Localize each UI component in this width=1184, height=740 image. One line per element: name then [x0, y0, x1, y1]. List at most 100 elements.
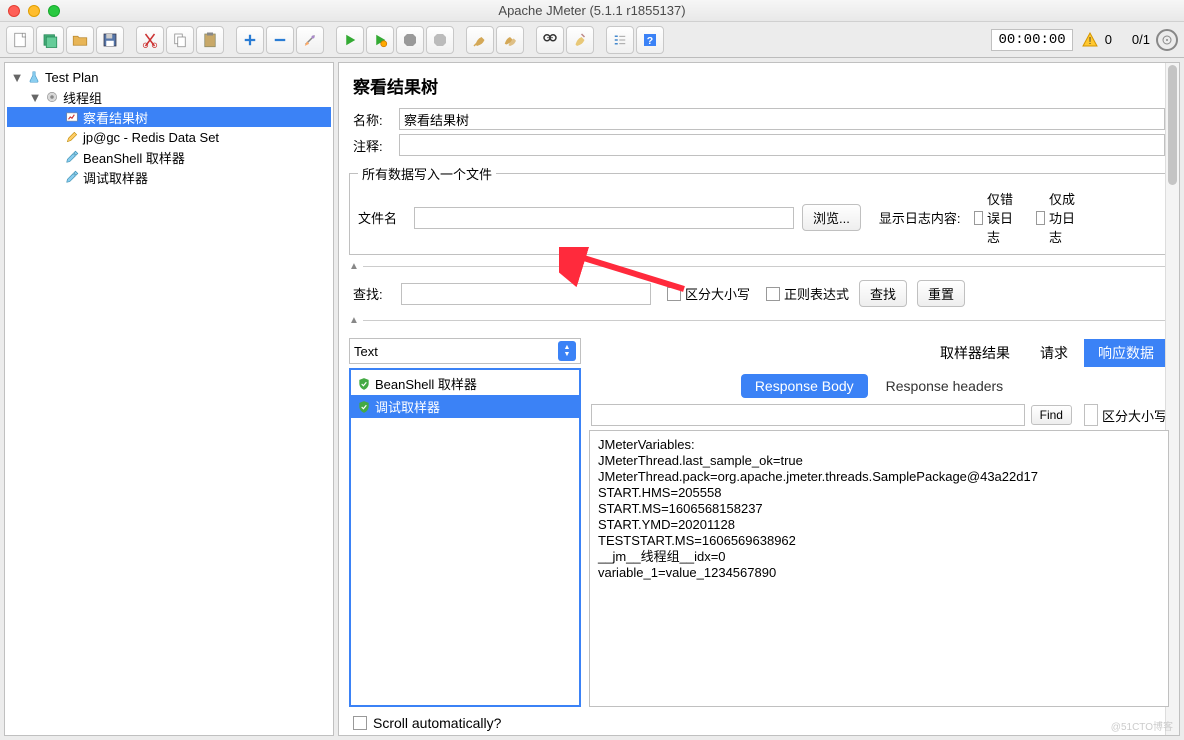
combo-text: Text	[354, 344, 378, 359]
maximize-window-button[interactable]	[48, 5, 60, 17]
success-icon	[357, 377, 371, 391]
sample-label: 调试取样器	[375, 397, 440, 416]
only-error-checkbox[interactable]: 仅错误日志	[974, 189, 1022, 246]
response-subtabs: Response Body Response headers	[589, 374, 1169, 398]
combo-arrows-icon: ▲▼	[558, 341, 576, 361]
window-title: Apache JMeter (5.1.1 r1855137)	[0, 3, 1184, 18]
config-panel: 察看结果树 名称: 注释: 所有数据写入一个文件 文件名 浏览... 显示日志内…	[338, 62, 1180, 736]
reset-search-button[interactable]	[566, 26, 594, 54]
subtab-body[interactable]: Response Body	[741, 374, 868, 398]
stop-button[interactable]	[396, 26, 424, 54]
comment-input[interactable]	[399, 134, 1165, 156]
tree-redis[interactable]: jp@gc - Redis Data Set	[7, 127, 331, 147]
tree-debug[interactable]: 调试取样器	[7, 167, 331, 187]
tree-label: Test Plan	[45, 70, 98, 85]
name-label: 名称:	[353, 110, 391, 129]
tab-response[interactable]: 响应数据	[1083, 338, 1169, 368]
filename-label: 文件名	[358, 208, 406, 227]
writefile-legend: 所有数据写入一个文件	[358, 164, 496, 183]
showlog-label: 显示日志内容:	[879, 208, 961, 227]
separator: ▲	[339, 257, 1179, 276]
case-checkbox[interactable]: 区分大小写	[667, 284, 750, 303]
regex-checkbox[interactable]: 正则表达式	[766, 284, 849, 303]
scroll-auto-label: Scroll automatically?	[373, 715, 501, 731]
open-button[interactable]	[66, 26, 94, 54]
elapsed-timer: 00:00:00	[991, 29, 1072, 51]
response-body[interactable]: JMeterVariables: JMeterThread.last_sampl…	[589, 430, 1169, 707]
tree-label: 察看结果树	[83, 108, 148, 127]
minimize-window-button[interactable]	[28, 5, 40, 17]
clear-button[interactable]	[466, 26, 494, 54]
svg-text:?: ?	[647, 34, 653, 46]
reset-button[interactable]: 重置	[917, 280, 965, 307]
start-no-timers-button[interactable]	[366, 26, 394, 54]
toggle-button[interactable]	[296, 26, 324, 54]
tree-label: 线程组	[63, 88, 102, 107]
tree-viewresults[interactable]: 察看结果树	[7, 107, 331, 127]
new-button[interactable]	[6, 26, 34, 54]
search-label: 查找:	[353, 284, 391, 303]
tree-label: 调试取样器	[83, 168, 148, 187]
shutdown-button[interactable]	[426, 26, 454, 54]
start-button[interactable]	[336, 26, 364, 54]
paste-button[interactable]	[196, 26, 224, 54]
tree-panel[interactable]: ▼ Test Plan ▼ 线程组 察看结果树 jp@gc - Redis Da…	[4, 62, 334, 736]
tree-label: BeanShell 取样器	[83, 148, 185, 167]
expand-icon[interactable]: ▼	[11, 71, 23, 83]
save-button[interactable]	[96, 26, 124, 54]
clear-all-button[interactable]	[496, 26, 524, 54]
separator: ▲	[339, 311, 1179, 330]
find-input[interactable]	[591, 404, 1025, 426]
gear-icon	[43, 89, 61, 105]
window-controls	[8, 5, 60, 17]
status-counters: ! 0 0/1	[1081, 29, 1178, 51]
find-case-checkbox[interactable]: 区分大小写	[1084, 404, 1167, 426]
success-icon	[357, 400, 371, 414]
cut-button[interactable]	[136, 26, 164, 54]
results-icon	[63, 109, 81, 125]
tab-request[interactable]: 请求	[1025, 338, 1083, 368]
result-tabs: 取样器结果 请求 响应数据	[589, 338, 1169, 368]
main-split: ▼ Test Plan ▼ 线程组 察看结果树 jp@gc - Redis Da…	[0, 58, 1184, 740]
tree-testplan[interactable]: ▼ Test Plan	[7, 67, 331, 87]
pencil-icon	[63, 129, 81, 145]
threads-icon	[1156, 29, 1178, 51]
filename-input[interactable]	[414, 207, 794, 229]
search-button[interactable]	[536, 26, 564, 54]
expand-button[interactable]	[236, 26, 264, 54]
subtab-headers[interactable]: Response headers	[872, 374, 1018, 398]
collapse-button[interactable]	[266, 26, 294, 54]
browse-button[interactable]: 浏览...	[802, 204, 861, 231]
search-input[interactable]	[401, 283, 651, 305]
tree-threadgroup[interactable]: ▼ 线程组	[7, 87, 331, 107]
only-success-checkbox[interactable]: 仅成功日志	[1036, 189, 1084, 246]
templates-button[interactable]	[36, 26, 64, 54]
sample-item[interactable]: 调试取样器	[351, 395, 579, 418]
help-button[interactable]: ?	[636, 26, 664, 54]
sample-list[interactable]: BeanShell 取样器 调试取样器	[349, 368, 581, 707]
copy-button[interactable]	[166, 26, 194, 54]
titlebar: Apache JMeter (5.1.1 r1855137)	[0, 0, 1184, 22]
dropper-icon	[63, 149, 81, 165]
search-button[interactable]: 查找	[859, 280, 907, 307]
chk-label: 仅成功日志	[1049, 189, 1084, 246]
renderer-combo[interactable]: Text ▲▼	[349, 338, 581, 364]
chk-label: 仅错误日志	[987, 189, 1022, 246]
toolbar: ? 00:00:00 ! 0 0/1	[0, 22, 1184, 58]
chk-label: 区分大小写	[1102, 406, 1167, 425]
tree-beanshell[interactable]: BeanShell 取样器	[7, 147, 331, 167]
close-window-button[interactable]	[8, 5, 20, 17]
sample-item[interactable]: BeanShell 取样器	[351, 372, 579, 395]
results-area: Text ▲▼ BeanShell 取样器 调试取样器 取样器结果	[339, 330, 1179, 711]
tree-label: jp@gc - Redis Data Set	[83, 130, 219, 145]
scroll-auto-checkbox[interactable]	[353, 716, 367, 730]
expand-icon[interactable]: ▼	[29, 91, 41, 103]
find-button[interactable]: Find	[1031, 405, 1072, 425]
watermark: @51CTO博客	[1111, 718, 1173, 733]
name-input[interactable]	[399, 108, 1165, 130]
function-helper-button[interactable]	[606, 26, 634, 54]
svg-text:!: !	[1088, 36, 1091, 47]
comment-label: 注释:	[353, 136, 391, 155]
chk-label: 区分大小写	[685, 284, 750, 303]
tab-sampler[interactable]: 取样器结果	[925, 338, 1025, 368]
